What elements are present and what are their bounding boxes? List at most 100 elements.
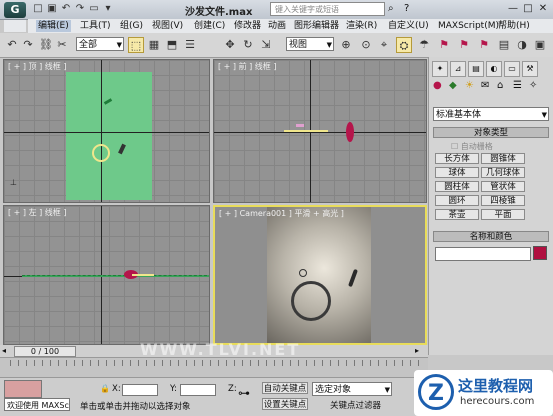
app-logo-icon[interactable]: G [4, 2, 26, 18]
search-icon[interactable]: ⌕ [388, 3, 400, 15]
menu-customize[interactable]: 自定义(U) [388, 20, 429, 32]
snap-toggle-icon[interactable]: ⌖ [376, 37, 392, 53]
systems-icon[interactable]: ✧ [529, 80, 537, 91]
percent-snap-icon[interactable]: ☂ [416, 37, 432, 53]
x-coordinate-input[interactable] [122, 384, 158, 396]
viewport-front[interactable]: [ + ] 前 ] 线框 ] [213, 59, 427, 203]
menu-edit[interactable]: 编辑(E) [36, 20, 71, 32]
viewport-label[interactable]: [ + ] 左 ] 线框 ] [8, 207, 66, 218]
named-selection-icon[interactable]: ⚑ [436, 37, 452, 53]
pivot-center-icon[interactable]: ⊕ [338, 37, 354, 53]
move-icon[interactable]: ✥ [222, 37, 238, 53]
tube-button[interactable]: 管状体 [481, 181, 525, 192]
align-icon[interactable]: ⚑ [476, 37, 492, 53]
red-object[interactable] [346, 122, 354, 142]
search-input[interactable]: 键入关键字或短语 [270, 2, 385, 16]
quick-access-dropdown-icon[interactable]: ▾ [102, 3, 114, 15]
select-manipulate-icon[interactable]: ⊙ [358, 37, 374, 53]
unlink-icon[interactable]: ✂ [54, 37, 70, 53]
menu-views[interactable]: 视图(V) [152, 20, 183, 32]
frame-counter[interactable]: 0 / 100 [14, 346, 76, 357]
track-bar[interactable] [0, 357, 428, 378]
undo-icon[interactable]: ↶ [4, 37, 20, 53]
rectangular-selection-icon[interactable]: ⬒ [164, 37, 180, 53]
maximize-button[interactable]: □ [521, 2, 535, 16]
ring-object[interactable] [284, 130, 328, 132]
select-object-icon[interactable]: ⬚ [128, 37, 144, 53]
scale-icon[interactable]: ⇲ [258, 37, 274, 53]
help-icon[interactable]: ? [404, 3, 416, 15]
y-coordinate-input[interactable] [180, 384, 216, 396]
redo-icon[interactable]: ↷ [20, 37, 36, 53]
undo-icon[interactable]: ↶ [60, 3, 72, 15]
viewport-label[interactable]: [ + ] 顶 ] 线框 ] [8, 61, 66, 72]
ring-object[interactable] [92, 144, 110, 162]
menu-maxscript[interactable]: MAXScript(M) [438, 20, 499, 32]
utilities-tab-icon[interactable]: ⚒ [522, 61, 538, 77]
menu-create[interactable]: 创建(C) [194, 20, 225, 32]
hierarchy-tab-icon[interactable]: ▤ [468, 61, 484, 77]
minimize-button[interactable]: — [506, 2, 520, 16]
selection-filter-dropdown[interactable]: 全部 ▼ [76, 37, 124, 51]
pyramid-button[interactable]: 四棱锥 [481, 195, 525, 206]
key-icon[interactable]: ⊶ [238, 386, 250, 400]
selected-plane-object[interactable] [66, 72, 152, 200]
teapot-button[interactable]: 茶壶 [435, 209, 479, 220]
menu-animation[interactable]: 动画 [268, 20, 286, 32]
menu-graph-editors[interactable]: 图形编辑器 [294, 20, 339, 32]
next-frame-icon[interactable]: ▸ [415, 346, 425, 356]
small-object[interactable] [296, 124, 304, 127]
geometry-icon[interactable]: ● [433, 80, 442, 91]
auto-grid-checkbox[interactable]: ☐ 自动栅格 [451, 141, 493, 152]
lock-icon[interactable]: 🔒 [100, 384, 110, 393]
viewport-camera[interactable]: [ + ] Camera001 ] 平滑 + 高光 ] [213, 205, 427, 345]
category-dropdown[interactable]: 标准基本体 ▼ [433, 107, 549, 121]
cameras-icon[interactable]: ✉ [481, 80, 489, 91]
lights-icon[interactable]: ☀ [465, 80, 474, 91]
maxscript-listener-icon[interactable] [4, 380, 42, 398]
mirror-icon[interactable]: ⚑ [456, 37, 472, 53]
key-filters-button[interactable]: 关键点过滤器 [330, 399, 381, 411]
prev-frame-icon[interactable]: ◂ [2, 346, 12, 356]
ring-object[interactable] [132, 274, 154, 276]
auto-key-button[interactable]: 自动关键点 [262, 382, 308, 394]
helpers-icon[interactable]: ⌂ [497, 80, 503, 91]
small-object[interactable] [299, 269, 307, 277]
menu-group[interactable]: 组(G) [120, 20, 143, 32]
window-crossing-icon[interactable]: ☰ [182, 37, 198, 53]
menu-rendering[interactable]: 渲染(R) [346, 20, 377, 32]
menu-tools[interactable]: 工具(T) [80, 20, 111, 32]
modify-tab-icon[interactable]: ⊿ [450, 61, 466, 77]
open-file-icon[interactable]: ▣ [46, 3, 58, 15]
select-by-name-icon[interactable]: ▦ [146, 37, 162, 53]
material-editor-icon[interactable]: ◑ [514, 37, 530, 53]
name-color-rollout[interactable]: 名称和颜色 [433, 231, 549, 242]
redo-icon[interactable]: ↷ [74, 3, 86, 15]
selection-set-dropdown[interactable]: 选定对象 ▼ [312, 382, 392, 396]
geosphere-button[interactable]: 几何球体 [481, 167, 525, 178]
cylinder-button[interactable]: 圆柱体 [435, 181, 479, 192]
viewport-top[interactable]: [ + ] 顶 ] 线框 ] ⊥ [3, 59, 210, 203]
object-name-input[interactable] [435, 247, 531, 261]
set-key-button[interactable]: 设置关键点 [262, 398, 308, 410]
link-icon[interactable]: ⛓ [38, 37, 54, 53]
layer-manager-icon[interactable]: ▤ [496, 37, 512, 53]
render-setup-icon[interactable]: ▣ [532, 37, 548, 53]
angle-snap-icon[interactable]: ⛭ [396, 37, 412, 53]
motion-tab-icon[interactable]: ◐ [486, 61, 502, 77]
project-folder-icon[interactable]: ▭ [88, 3, 100, 15]
shapes-icon[interactable]: ◆ [449, 80, 457, 91]
ring-object[interactable] [291, 281, 331, 321]
green-plane-edge[interactable] [22, 275, 209, 277]
plane-button[interactable]: 平面 [481, 209, 525, 220]
viewport-left[interactable]: [ + ] 左 ] 线框 ] [3, 205, 210, 345]
object-type-rollout[interactable]: 对象类型 [433, 127, 549, 138]
viewport-label[interactable]: [ + ] 前 ] 线框 ] [218, 61, 276, 72]
menu-modifiers[interactable]: 修改器 [234, 20, 261, 32]
space-warps-icon[interactable]: ☰ [513, 80, 522, 91]
close-button[interactable]: ✕ [536, 2, 550, 16]
maxscript-mini-listener[interactable]: 欢迎使用 MAXSc [4, 398, 70, 411]
menu-help[interactable]: 帮助(H) [498, 20, 530, 32]
object-color-swatch[interactable] [533, 246, 547, 260]
sphere-button[interactable]: 球体 [435, 167, 479, 178]
